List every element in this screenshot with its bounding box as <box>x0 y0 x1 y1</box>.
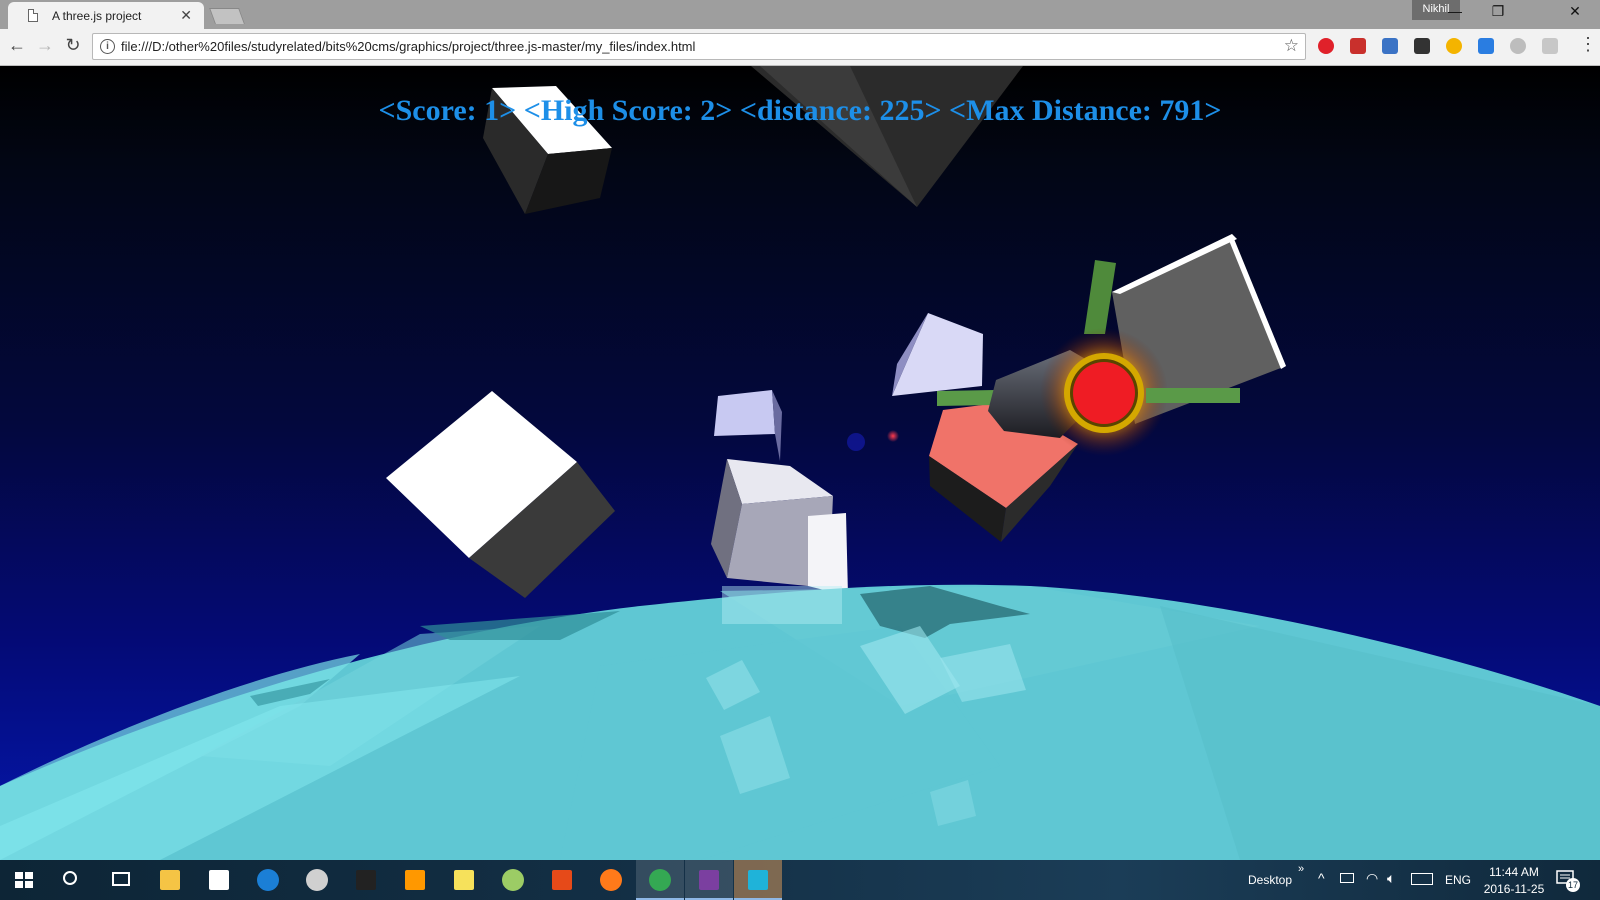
document-icon <box>28 9 38 22</box>
search-circle-taskbar-button[interactable] <box>48 860 96 900</box>
sync-icon[interactable] <box>1382 38 1398 54</box>
task-view-icon <box>112 872 130 886</box>
red-square-icon[interactable] <box>1350 38 1366 54</box>
office-lens-icon <box>552 870 572 890</box>
onenote-icon <box>699 870 719 890</box>
battery-icon[interactable] <box>1340 873 1354 883</box>
store-taskbar-button[interactable] <box>195 860 243 900</box>
desktop-toolbar-chevron[interactable]: » <box>1298 863 1304 875</box>
terminal-taskbar-button[interactable] <box>342 860 390 900</box>
chrome-taskbar-button[interactable] <box>636 860 684 900</box>
tab-close-button[interactable]: ✕ <box>180 7 192 24</box>
reload-button[interactable]: ↻ <box>61 35 85 56</box>
firefox-icon <box>600 869 622 891</box>
notification-count: 17 <box>1566 878 1580 892</box>
blue-diamond-icon[interactable] <box>1478 38 1494 54</box>
file-explorer-icon <box>160 870 180 890</box>
app-gauge-taskbar-button[interactable] <box>489 860 537 900</box>
windows-start-icon <box>15 872 33 888</box>
three-js-scene <box>0 66 1600 860</box>
start-button[interactable] <box>0 860 48 900</box>
terminal-icon <box>356 870 376 890</box>
onenote-taskbar-button[interactable] <box>685 860 733 900</box>
show-hidden-icons-chevron-icon[interactable]: ^ <box>1318 870 1325 886</box>
bookmark-star-icon[interactable]: ☆ <box>1284 36 1299 56</box>
minimize-button[interactable]: — <box>1440 3 1470 19</box>
cube-reflection-5 <box>722 586 842 624</box>
new-tab-button[interactable] <box>209 8 245 24</box>
terminal-blue-taskbar-button[interactable] <box>734 860 782 900</box>
desktop-toolbar-label[interactable]: Desktop <box>1248 873 1292 887</box>
task-view-taskbar-button[interactable] <box>97 860 145 900</box>
sublime-text-icon <box>405 870 425 890</box>
cube-mid-top <box>727 459 833 504</box>
cube-small-lavender <box>714 390 775 436</box>
sublime-text-taskbar-button[interactable] <box>391 860 439 900</box>
tab-title: A three.js project <box>52 9 142 23</box>
ship-fin-top <box>1084 260 1116 334</box>
ship-engine-core <box>1073 362 1135 424</box>
shield-icon[interactable] <box>1414 38 1430 54</box>
file-explorer-taskbar-button[interactable] <box>146 860 194 900</box>
sticky-notes-icon <box>454 870 474 890</box>
browser-toolbar: ← → ↻ i ☆ ⋮ <box>0 29 1600 66</box>
sticky-notes-taskbar-button[interactable] <box>440 860 488 900</box>
gray-circle-icon[interactable] <box>1510 38 1526 54</box>
store-icon <box>209 870 229 890</box>
edge-icon <box>257 869 279 891</box>
gear-gray-icon[interactable] <box>1542 38 1558 54</box>
action-center-button[interactable]: 17 <box>1556 869 1580 892</box>
menu-button[interactable]: ⋮ <box>1576 34 1600 55</box>
terminal-blue-icon <box>748 870 768 890</box>
chrome-color-icon[interactable] <box>1446 38 1462 54</box>
edge-taskbar-button[interactable] <box>244 860 292 900</box>
language-indicator[interactable]: ENG <box>1445 873 1471 887</box>
tab-threejs-project[interactable]: A three.js project ✕ <box>8 2 204 29</box>
url-input[interactable] <box>121 39 1271 54</box>
tab-strip: A three.js project ✕ Nikhil — ❐ ✕ <box>0 0 1600 29</box>
keyboard-icon[interactable] <box>1411 873 1433 885</box>
firefox-taskbar-button[interactable] <box>587 860 635 900</box>
cube-mid-back <box>808 513 848 596</box>
ship-wing-right <box>1146 388 1240 403</box>
media-player-icon <box>306 869 328 891</box>
address-bar[interactable]: i ☆ <box>92 33 1306 60</box>
volume-icon[interactable]: 🔈︎ <box>1387 870 1395 887</box>
game-canvas[interactable]: <Score: 1> <High Score: 2> <distance: 22… <box>0 66 1600 860</box>
wifi-icon[interactable]: ◠ <box>1366 870 1378 887</box>
search-circle-icon <box>63 871 77 885</box>
office-lens-taskbar-button[interactable] <box>538 860 586 900</box>
opera-icon[interactable] <box>1318 38 1334 54</box>
windows-taskbar: Desktop » ^ ◠ 🔈︎ ENG 11:44 AM 2016-11-25… <box>0 860 1600 900</box>
clock-time[interactable]: 11:44 AM <box>1484 865 1544 879</box>
back-button[interactable]: ← <box>5 35 29 56</box>
chrome-icon <box>649 869 671 891</box>
distant-blue-particle <box>847 433 865 451</box>
media-player-taskbar-button[interactable] <box>293 860 341 900</box>
score-hud: <Score: 1> <High Score: 2> <distance: 22… <box>378 94 1222 127</box>
info-icon[interactable]: i <box>100 39 115 54</box>
clock-date[interactable]: 2016-11-25 <box>1479 882 1549 896</box>
distant-red-particle <box>887 430 899 442</box>
forward-button[interactable]: → <box>33 35 57 56</box>
restore-button[interactable]: ❐ <box>1483 3 1513 20</box>
close-window-button[interactable]: ✕ <box>1560 3 1590 20</box>
app-gauge-icon <box>502 869 524 891</box>
